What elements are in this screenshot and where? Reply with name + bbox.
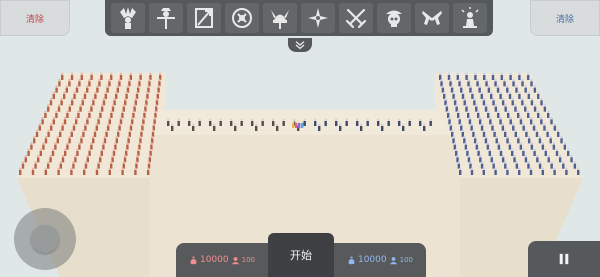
unit-slot-viking[interactable] — [263, 3, 297, 33]
unit-slot-gunner[interactable] — [415, 3, 449, 33]
unit-slot-archer[interactable] — [187, 3, 221, 33]
money-bag-icon — [190, 256, 197, 264]
blue-unit-count: 100 — [399, 256, 413, 264]
unit-slot-tribal-chief[interactable] — [111, 3, 145, 33]
pause-icon — [559, 253, 569, 265]
scarecrow-icon — [157, 8, 175, 29]
unit-slot-ninja[interactable] — [301, 3, 335, 33]
unit-slot-beacon[interactable] — [453, 3, 487, 33]
pirate-skull-icon — [386, 10, 402, 27]
money-bag-icon — [348, 256, 355, 264]
unit-slot-swordsman[interactable] — [339, 3, 373, 33]
expand-toolbar-button[interactable] — [288, 38, 312, 52]
clear-blue-button[interactable]: 清除 — [530, 0, 600, 36]
unit-count-icon — [389, 256, 397, 264]
unit-slot-scarecrow[interactable] — [149, 3, 183, 33]
movement-joystick[interactable] — [14, 208, 76, 270]
archer-target-icon — [195, 8, 213, 28]
ninja-shuriken-icon — [308, 8, 328, 28]
unit-count-icon — [231, 256, 239, 264]
red-gold-value: 10000 — [199, 255, 229, 265]
crossed-swords-icon — [345, 8, 367, 29]
joystick-knob[interactable] — [31, 225, 59, 253]
red-team-stats: 10000 100 — [176, 243, 268, 277]
viking-helmet-icon — [271, 10, 289, 29]
blue-team-stats: 10000 100 — [334, 243, 426, 277]
pause-button[interactable] — [528, 241, 600, 277]
beacon-figure-icon — [461, 7, 479, 28]
unit-slot-shield[interactable] — [225, 3, 259, 33]
shield-icon — [232, 8, 252, 28]
clear-red-button[interactable]: 清除 — [0, 0, 70, 36]
double-chevron-down-icon — [295, 41, 305, 50]
unit-toolbar — [105, 0, 493, 36]
start-battle-button[interactable]: 开始 — [268, 233, 334, 277]
crossed-pistols-icon — [422, 11, 442, 25]
tribal-chief-icon — [120, 7, 136, 29]
unit-slot-pirate[interactable] — [377, 3, 411, 33]
blue-gold-value: 10000 — [357, 255, 387, 265]
red-unit-count: 100 — [241, 256, 255, 264]
